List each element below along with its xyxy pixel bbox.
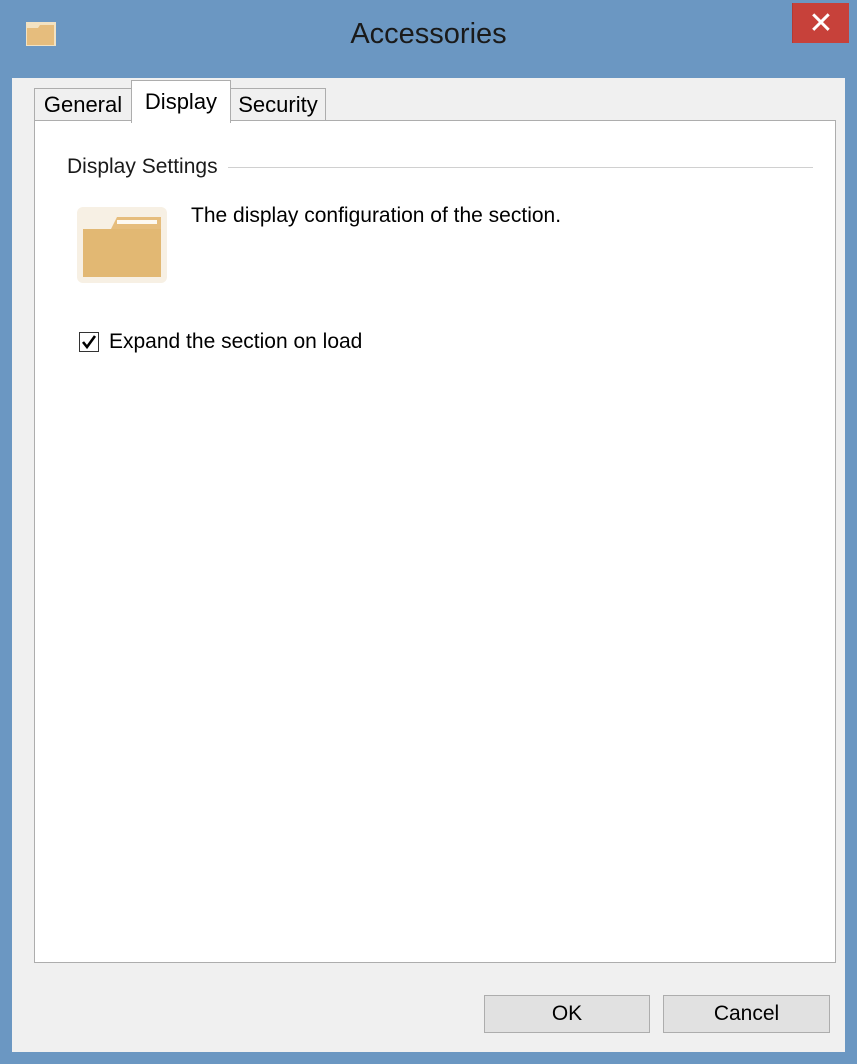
tab-label: General [43,91,123,117]
close-button[interactable]: ✕ [792,3,849,43]
ok-button-label: OK [551,1002,583,1025]
tab-label: Security [238,91,318,117]
section-description: The display configuration of the section… [191,204,562,227]
cancel-button[interactable]: Cancel [663,995,830,1033]
cancel-button-label: Cancel [713,1002,780,1025]
folder-icon [77,207,167,283]
ok-button[interactable]: OK [484,995,650,1033]
expand-on-load-option[interactable]: Expand the section on load [79,330,362,354]
display-tab-panel: Display Settings The display configurati… [34,120,836,963]
title-bar[interactable]: Accessories ✕ [0,0,857,80]
tab-general[interactable]: General [34,88,132,120]
dialog-window: Accessories ✕ General Display Security D… [0,0,857,1064]
check-icon [81,335,97,350]
dialog-client-area: General Display Security Display Setting… [12,78,845,1052]
expand-on-load-checkbox[interactable] [79,332,99,352]
window-title: Accessories [350,18,507,50]
tab-security[interactable]: Security [230,88,326,120]
expand-on-load-label: Expand the section on load [109,330,363,353]
tab-label: Display [144,89,218,114]
group-title: Display Settings [67,155,228,179]
tab-display[interactable]: Display [131,80,231,123]
close-icon: ✕ [808,6,834,40]
